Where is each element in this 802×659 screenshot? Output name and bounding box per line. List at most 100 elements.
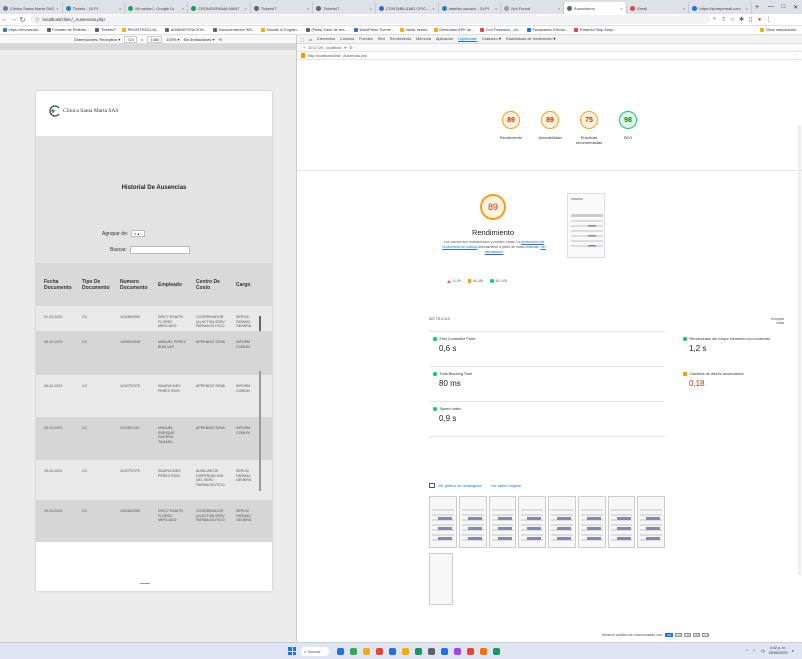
audit-filter-button[interactable]: TBT bbox=[693, 633, 701, 637]
score-gauge[interactable]: 75 bbox=[580, 111, 598, 129]
clock[interactable]: 4:02 p. m. 25/05/2023 bbox=[769, 646, 788, 655]
expand-view-link[interactable]: Ampliar vista bbox=[764, 317, 784, 325]
audit-filter-button[interactable]: ALL bbox=[665, 633, 674, 637]
throttle-select[interactable]: Sin limitaciones ▾ bbox=[184, 37, 215, 42]
tab-close-icon[interactable]: × bbox=[430, 6, 434, 11]
devtools-tab[interactable]: Red bbox=[378, 37, 385, 41]
taskbar-app-icon[interactable] bbox=[452, 646, 463, 657]
browser-tab[interactable]: CONTABILIDAD OFICIAL × bbox=[376, 2, 439, 14]
taskbar-app-icon[interactable] bbox=[374, 646, 385, 657]
bookmark-item[interactable]: WordPress Theme... bbox=[353, 28, 394, 32]
column-header[interactable]: Tipo De Documento bbox=[74, 279, 112, 291]
taskbar-app-icon[interactable] bbox=[335, 646, 346, 657]
devtools-tab[interactable]: Consola bbox=[340, 37, 354, 41]
audit-filter-button[interactable]: FCP bbox=[675, 633, 683, 637]
device-icon[interactable]: ▭ bbox=[309, 37, 313, 42]
taskbar-app-icon[interactable] bbox=[361, 646, 372, 657]
share-icon[interactable]: ⇪ bbox=[719, 16, 728, 23]
taskbar-app-icon[interactable] bbox=[400, 646, 411, 657]
browser-tab[interactable]: https://storepemail.com × bbox=[689, 2, 753, 14]
audit-filter-button[interactable]: CLS bbox=[702, 633, 710, 637]
browser-tab[interactable]: TicketsIT × bbox=[251, 2, 314, 14]
star-icon[interactable]: ☆ bbox=[728, 16, 737, 23]
column-header[interactable]: Centro De Costo bbox=[188, 279, 228, 291]
taskbar-app-icon[interactable] bbox=[413, 646, 424, 657]
tab-close-icon[interactable]: × bbox=[117, 6, 121, 11]
bookmark-item[interactable]: Powerful Stop Ampl... bbox=[574, 28, 616, 32]
zoom-icon[interactable]: ⌕ bbox=[710, 16, 719, 23]
chevron-down-icon[interactable]: ▾ bbox=[344, 45, 346, 50]
maximize-button[interactable]: □ bbox=[782, 4, 786, 10]
tab-close-icon[interactable]: × bbox=[242, 6, 246, 11]
table-row[interactable]: 06-02-2023 CC 1102797075 ISAURA INES PEREZ … bbox=[36, 375, 272, 417]
browser-tab[interactable]: Tickets - GLPI × bbox=[63, 2, 126, 14]
rotate-icon[interactable]: ⟲ bbox=[219, 37, 222, 42]
taskbar-app-icon[interactable] bbox=[465, 646, 476, 657]
column-header[interactable]: Numero Documento bbox=[112, 279, 150, 291]
bookmark-item[interactable]: Formato de Referen... bbox=[46, 28, 89, 32]
bookmark-item[interactable]: TicketsIT bbox=[95, 28, 116, 32]
final-screenshot-thumbnail[interactable] bbox=[567, 193, 605, 258]
treemap-button[interactable]: Ver gráfico de rectángulos bbox=[438, 484, 482, 488]
tray-chevron-icon[interactable]: ^ bbox=[746, 648, 748, 653]
device-select[interactable]: Dimensiones: Receptivo ▾ bbox=[74, 37, 120, 42]
device-width-input[interactable]: 724 bbox=[124, 35, 138, 43]
tab-close-icon[interactable]: × bbox=[180, 6, 184, 11]
bookmark-item[interactable]: Generador APK de... bbox=[433, 28, 474, 32]
score-gauge[interactable]: 89 bbox=[502, 111, 520, 129]
menu-icon[interactable]: ⋮ bbox=[764, 16, 773, 23]
bookmark-item[interactable]: Documentación WS... bbox=[212, 28, 255, 32]
devtools-tab[interactable]: Elementos bbox=[317, 37, 335, 41]
taskbar-search[interactable]: ⌕ Buscar bbox=[301, 647, 329, 656]
column-header[interactable]: Fecha Documento bbox=[36, 279, 74, 291]
score-gauge[interactable]: 98 bbox=[619, 111, 637, 129]
group-by-select[interactable]: v ▴ bbox=[131, 230, 146, 237]
devtools-tab[interactable]: Fuentes bbox=[359, 37, 373, 41]
close-window-button[interactable]: ✕ bbox=[793, 4, 798, 11]
browser-tab[interactable]: Ausentismo × bbox=[564, 2, 627, 14]
browser-tab[interactable]: Not Found × bbox=[501, 2, 565, 14]
report-url[interactable]: http://localhost/clinic/_Ausencias.php bbox=[308, 54, 367, 58]
bookmark-item[interactable]: ADMINISTRACION... bbox=[165, 28, 207, 32]
network-icon[interactable]: ⌔ bbox=[752, 648, 756, 654]
original-trace-button[interactable]: Ver rastro original bbox=[491, 484, 521, 488]
table-row[interactable]: 01-03-2023 CC 1152852995 DEICY EDAITH FLORE… bbox=[36, 306, 272, 331]
extensions-icon[interactable]: ✱ bbox=[737, 16, 746, 23]
browser-tab[interactable]: interfaz usuario - GLPI × bbox=[439, 2, 502, 14]
devtools-scrollbar[interactable] bbox=[798, 125, 801, 575]
search-input[interactable] bbox=[129, 246, 190, 254]
browser-tab[interactable]: Gmail × bbox=[627, 2, 690, 14]
zoom-select[interactable]: 100% ▾ bbox=[166, 37, 179, 42]
tab-close-icon[interactable]: × bbox=[368, 6, 372, 11]
audit-filter-button[interactable]: LCP bbox=[684, 633, 692, 637]
devtools-tab[interactable]: Memoria bbox=[416, 37, 431, 41]
bookmark-item[interactable]: (Peas) Inicio de ses... bbox=[305, 28, 348, 32]
taskbar-app-icon[interactable] bbox=[348, 646, 359, 657]
taskbar-app-icon[interactable] bbox=[387, 646, 398, 657]
devtools-tab[interactable]: Lighthouse bbox=[458, 37, 477, 42]
bookmark-item[interactable]: Otros marcadores bbox=[760, 28, 796, 32]
inspect-icon[interactable]: ⬚ bbox=[300, 37, 304, 42]
profile-icon[interactable]: ● bbox=[755, 17, 764, 23]
notification-icon[interactable]: ● bbox=[792, 648, 794, 653]
bookmark-item[interactable]: https://renovarsal... bbox=[3, 28, 41, 32]
add-icon[interactable]: + bbox=[303, 46, 305, 50]
taskbar-app-icon[interactable] bbox=[439, 646, 450, 657]
taskbar-app-icon[interactable] bbox=[426, 646, 437, 657]
bookmark-item[interactable]: Con Francisco - ph... bbox=[480, 28, 521, 32]
tab-close-icon[interactable]: × bbox=[493, 6, 497, 11]
column-header[interactable]: Empleado bbox=[150, 282, 188, 288]
table-scroll-thumb[interactable] bbox=[259, 316, 261, 331]
tab-close-icon[interactable]: × bbox=[744, 6, 748, 11]
devtools-tab[interactable]: Rendimiento bbox=[390, 37, 411, 41]
tab-close-icon[interactable]: × bbox=[681, 6, 685, 11]
bookmark-item[interactable]: Iniciar sesión bbox=[400, 28, 428, 32]
start-icon[interactable] bbox=[288, 647, 296, 655]
bookmark-item[interactable]: Facturación Electró... bbox=[526, 28, 568, 32]
browser-tab[interactable]: CRONOGRAMA MANT × bbox=[188, 2, 251, 14]
browser-tab[interactable]: TicketsIT × bbox=[313, 2, 377, 14]
devtools-tab[interactable]: Grabador ⏺ bbox=[482, 37, 501, 41]
url-field[interactable]: ⓘ localhost/clinic/_Ausencias.php bbox=[30, 15, 710, 24]
clear-icon[interactable]: ⊘ bbox=[349, 45, 352, 50]
taskbar-app-icon[interactable] bbox=[478, 646, 489, 657]
